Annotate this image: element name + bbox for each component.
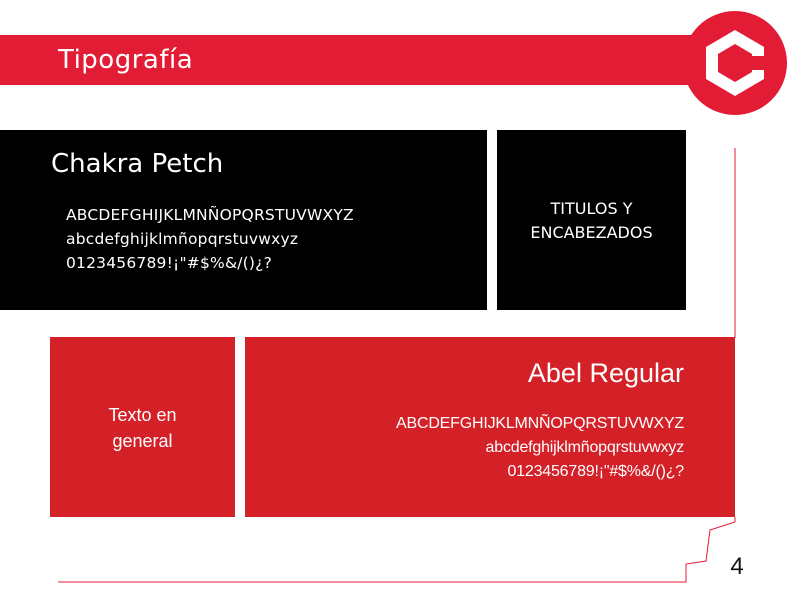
primary-font-name: Chakra Petch: [51, 149, 224, 179]
secondary-uppercase-sample: ABCDEFGHIJKLMNÑOPQRSTUVWXYZ: [396, 415, 684, 432]
primary-font-usage: TITULOS Y ENCABEZADOS: [497, 197, 686, 245]
usage-line: TITULOS Y: [550, 199, 633, 218]
secondary-font-name: Abel Regular: [527, 358, 684, 388]
page-number: 4: [730, 553, 744, 580]
secondary-lowercase-sample: abcdefghijklmñopqrstuvwxyz: [485, 439, 685, 456]
secondary-symbols-sample: 0123456789!¡"#$%&/()¿?: [507, 463, 684, 480]
usage-line: general: [112, 431, 173, 451]
primary-symbols-sample: 0123456789!¡"#$%&/()¿?: [66, 254, 273, 272]
usage-line: Texto en: [108, 405, 177, 425]
secondary-font-usage: Texto en general: [50, 402, 235, 454]
usage-line: ENCABEZADOS: [530, 223, 653, 242]
primary-lowercase-sample: abcdefghijklmñopqrstuvwxyz: [66, 230, 299, 248]
primary-uppercase-sample: ABCDEFGHIJKLMNÑOPQRSTUVWXYZ: [66, 206, 354, 224]
